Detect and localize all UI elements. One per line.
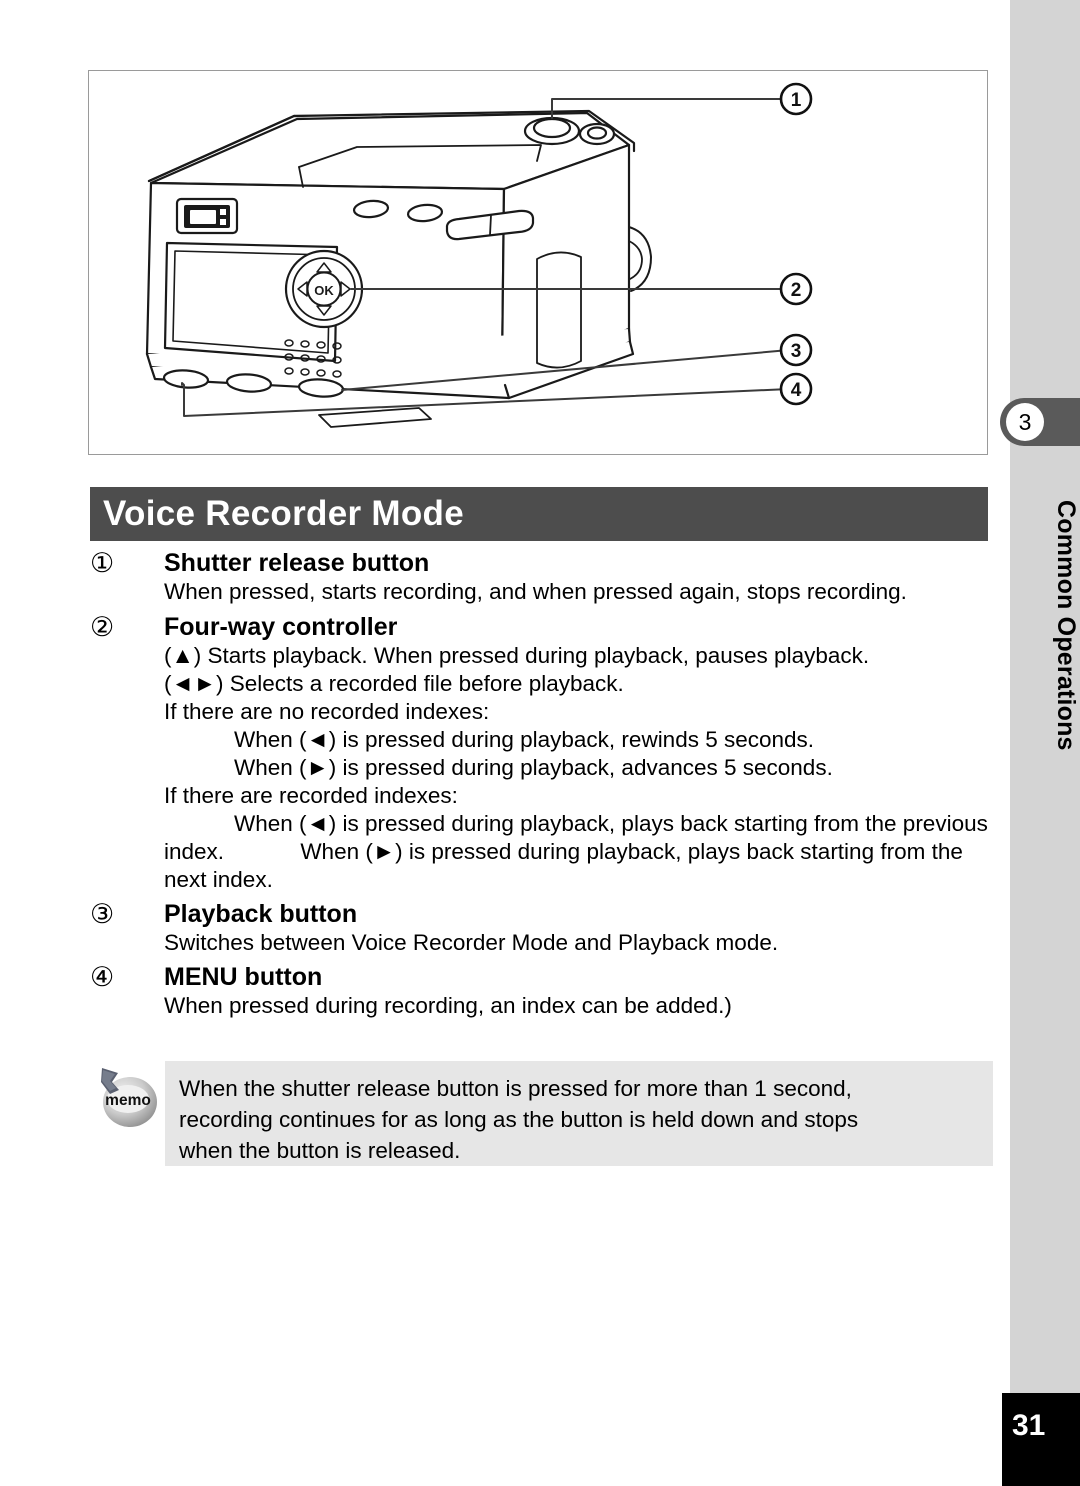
memo-line: recording continues for as long as the b… — [179, 1107, 859, 1132]
item-title-1: Shutter release button — [164, 549, 430, 577]
memo-text: When the shutter release button is press… — [165, 1061, 993, 1166]
callout-number-3: 3 — [791, 341, 802, 362]
callout-number-2: 2 — [791, 280, 802, 301]
item-line: When pressed, starts recording, and when… — [164, 579, 907, 604]
item-body-2: (▲) Starts playback. When pressed during… — [88, 642, 993, 894]
memo-icon-label: memo — [105, 1092, 151, 1109]
memo-icon: memo — [101, 1068, 157, 1127]
item-body-4: When pressed during recording, an index … — [88, 992, 993, 1020]
item-title-2: Four-way controller — [164, 613, 398, 641]
list-item-menu-button: ④ MENU button When pressed during record… — [88, 962, 993, 1020]
item-line: When (►) is pressed during playback, pla… — [164, 839, 963, 892]
list-item-four-way-controller: ② Four-way controller (▲) Starts playbac… — [88, 612, 993, 894]
item-line: If there are no recorded indexes: — [164, 699, 490, 724]
digital-camera-diagram: OK 1 2 3 4 — [145, 82, 813, 428]
list-item-playback-button: ③ Playback button Switches between Voice… — [88, 899, 993, 957]
memo-callout: When the shutter release button is press… — [88, 1058, 993, 1166]
memo-line: when the button is released. — [179, 1138, 461, 1163]
item-marker-3: ③ — [90, 899, 115, 929]
item-line: (▲) Starts playback. When pressed during… — [164, 643, 870, 668]
item-title-3: Playback button — [164, 900, 358, 928]
page-number: 31 — [1002, 1393, 1080, 1486]
item-line: When pressed during recording, an index … — [164, 993, 732, 1018]
callout-number-1: 1 — [791, 90, 802, 111]
svg-text:OK: OK — [314, 283, 334, 298]
item-body-1: When pressed, starts recording, and when… — [88, 578, 993, 606]
item-line: If there are recorded indexes: — [164, 783, 458, 808]
memo-line: When the shutter release button is press… — [179, 1076, 852, 1101]
callout-number-4: 4 — [791, 380, 802, 401]
item-line: When (►) is pressed during playback, adv… — [234, 755, 833, 780]
item-marker-2: ② — [90, 612, 115, 642]
chapter-number-badge: 3 — [1006, 403, 1044, 441]
illustration-frame: OK 1 2 3 4 — [88, 70, 988, 455]
item-marker-4: ④ — [90, 962, 115, 992]
memo-box: When the shutter release button is press… — [165, 1061, 993, 1166]
item-title-4: MENU button — [164, 963, 323, 991]
section-heading-bar: Voice Recorder Mode — [90, 487, 988, 541]
item-line: (◄►) Selects a recorded file before play… — [164, 671, 624, 696]
item-line: Switches between Voice Recorder Mode and… — [164, 930, 779, 955]
chapter-title-vertical: Common Operations — [1052, 499, 1080, 751]
button-description-list: ① Shutter release button When pressed, s… — [88, 548, 993, 1020]
list-item-shutter-release: ① Shutter release button When pressed, s… — [88, 548, 993, 606]
page-title: Voice Recorder Mode — [103, 494, 464, 533]
item-line: When (◄) is pressed during playback, rew… — [234, 727, 815, 752]
item-marker-1: ① — [90, 548, 115, 578]
item-body-3: Switches between Voice Recorder Mode and… — [88, 929, 993, 957]
